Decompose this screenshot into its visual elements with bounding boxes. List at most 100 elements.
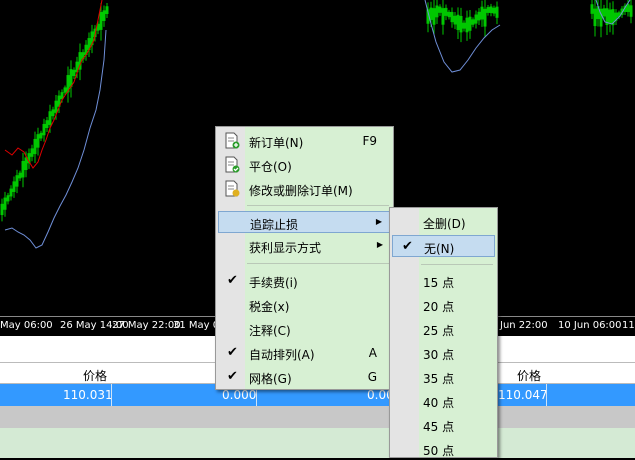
candle-body bbox=[453, 15, 457, 25]
candle-body bbox=[608, 9, 612, 24]
candle-body bbox=[48, 111, 52, 125]
candle-body bbox=[45, 120, 49, 129]
time-label: 10 Jun 06:00 bbox=[558, 320, 622, 331]
submenu-item-45-points[interactable]: 45 点 bbox=[392, 414, 495, 436]
candle-body bbox=[480, 6, 484, 20]
candle-body bbox=[6, 195, 10, 202]
candle-body bbox=[486, 7, 490, 13]
candle-body bbox=[447, 11, 451, 18]
menu-item-grid[interactable]: ✔ 网格(G) G bbox=[218, 366, 391, 388]
candle-body bbox=[24, 157, 28, 171]
candle-body bbox=[468, 16, 472, 31]
trailing-stop-submenu: 全删(D) ✔ 无(N) 15 点 20 点 25 点 30 点 35 点 40… bbox=[389, 207, 498, 458]
table-row-summary bbox=[0, 406, 635, 428]
submenu-item-50-points[interactable]: 50 点 bbox=[392, 438, 495, 460]
candle-body bbox=[18, 172, 22, 179]
menu-item-close-position[interactable]: 平仓(O) bbox=[218, 154, 391, 176]
context-menu: 新订单(N) F9 平仓(O) 修改或删除订单(M) 追踪止损 ▶ 获利显示方式… bbox=[215, 126, 394, 390]
menu-item-taxes[interactable]: 税金(x) bbox=[218, 294, 391, 316]
checkmark-icon: ✔ bbox=[227, 369, 238, 384]
submenu-item-delete-all[interactable]: 全删(D) bbox=[392, 211, 495, 233]
candle-body bbox=[495, 6, 499, 18]
candle-body bbox=[54, 100, 58, 113]
price-cell-right: 110.047 bbox=[498, 388, 548, 402]
candle-body bbox=[626, 3, 630, 13]
candle-body bbox=[474, 14, 478, 24]
candle-body bbox=[21, 161, 25, 178]
candle-body bbox=[483, 8, 487, 27]
submenu-arrow-icon: ▶ bbox=[375, 217, 382, 226]
candle-body bbox=[3, 197, 7, 210]
checkmark-icon: ✔ bbox=[227, 345, 238, 360]
candle-body bbox=[590, 4, 594, 14]
candle-body bbox=[435, 5, 439, 18]
submenu-item-35-points[interactable]: 35 点 bbox=[392, 366, 495, 388]
red-ma-line bbox=[4, 0, 103, 169]
candle-body bbox=[450, 12, 454, 23]
candle-body bbox=[629, 5, 633, 17]
candle-body bbox=[492, 7, 496, 14]
time-label: 31 May 0 bbox=[173, 320, 220, 331]
candle-body bbox=[444, 7, 448, 16]
candle-body bbox=[36, 134, 40, 148]
menu-item-new-order[interactable]: 新订单(N) F9 bbox=[218, 130, 391, 152]
value-cell: 0.000 bbox=[222, 388, 257, 402]
candle-body bbox=[432, 8, 436, 25]
candle-body bbox=[51, 109, 55, 117]
menu-item-trailing-stop[interactable]: 追踪止损 ▶ bbox=[218, 211, 391, 233]
submenu-item-40-points[interactable]: 40 点 bbox=[392, 390, 495, 412]
candle-body bbox=[471, 19, 475, 25]
candle-body bbox=[12, 181, 16, 192]
time-label: May 06:00 bbox=[0, 320, 53, 331]
menu-item-comment[interactable]: 注释(C) bbox=[218, 318, 391, 340]
submenu-item-20-points[interactable]: 20 点 bbox=[392, 294, 495, 316]
candle-body bbox=[9, 188, 13, 197]
close-position-icon bbox=[225, 156, 240, 173]
candle-body bbox=[102, 10, 106, 21]
new-order-icon bbox=[225, 132, 240, 149]
candle-body bbox=[42, 123, 46, 136]
candle-body bbox=[99, 12, 103, 30]
blue-band-line bbox=[4, 29, 107, 249]
candle-body bbox=[33, 138, 37, 155]
candle-body bbox=[477, 11, 481, 21]
modify-order-icon bbox=[225, 180, 240, 197]
time-label: Jun 22:00 bbox=[500, 320, 548, 331]
candle-body bbox=[63, 87, 67, 93]
checkmark-icon: ✔ bbox=[227, 273, 238, 288]
candle-body bbox=[105, 6, 109, 14]
menu-item-auto-arrange[interactable]: ✔ 自动排列(A) A bbox=[218, 342, 391, 364]
candle-body bbox=[602, 8, 606, 17]
table-empty-area bbox=[0, 428, 635, 458]
submenu-item-30-points[interactable]: 30 点 bbox=[392, 342, 495, 364]
candle-body bbox=[459, 15, 463, 33]
submenu-item-none[interactable]: ✔ 无(N) bbox=[392, 235, 495, 257]
candle-body bbox=[60, 92, 64, 100]
menu-item-commission[interactable]: ✔ 手续费(i) bbox=[218, 270, 391, 292]
candle-body bbox=[0, 203, 4, 216]
candle-body bbox=[441, 8, 445, 25]
candle-body bbox=[462, 22, 466, 29]
candle-body bbox=[69, 69, 73, 87]
candle-body bbox=[438, 6, 442, 13]
candle-body bbox=[72, 69, 76, 77]
candle-body bbox=[465, 17, 469, 33]
candle-body bbox=[15, 175, 19, 187]
candle-body bbox=[456, 14, 460, 30]
candle-body bbox=[39, 132, 43, 139]
candle-body bbox=[593, 8, 597, 27]
time-label: 11 bbox=[622, 320, 635, 331]
menu-item-modify-order[interactable]: 修改或删除订单(M) bbox=[218, 178, 391, 200]
submenu-item-15-points[interactable]: 15 点 bbox=[392, 270, 495, 292]
submenu-item-25-points[interactable]: 25 点 bbox=[392, 318, 495, 340]
menu-item-profit-display[interactable]: 获利显示方式 ▶ bbox=[218, 235, 391, 257]
checkmark-icon: ✔ bbox=[402, 239, 413, 254]
candle-body bbox=[429, 7, 433, 20]
submenu-arrow-icon: ▶ bbox=[376, 240, 383, 249]
column-header-price-right[interactable]: 价格 bbox=[517, 367, 541, 384]
time-label: 27 May 22:00 bbox=[112, 320, 181, 331]
price-cell: 110.031 bbox=[63, 388, 113, 402]
candle-body bbox=[489, 6, 493, 14]
column-header-price[interactable]: 价格 bbox=[83, 367, 107, 384]
candle-body bbox=[30, 148, 34, 157]
